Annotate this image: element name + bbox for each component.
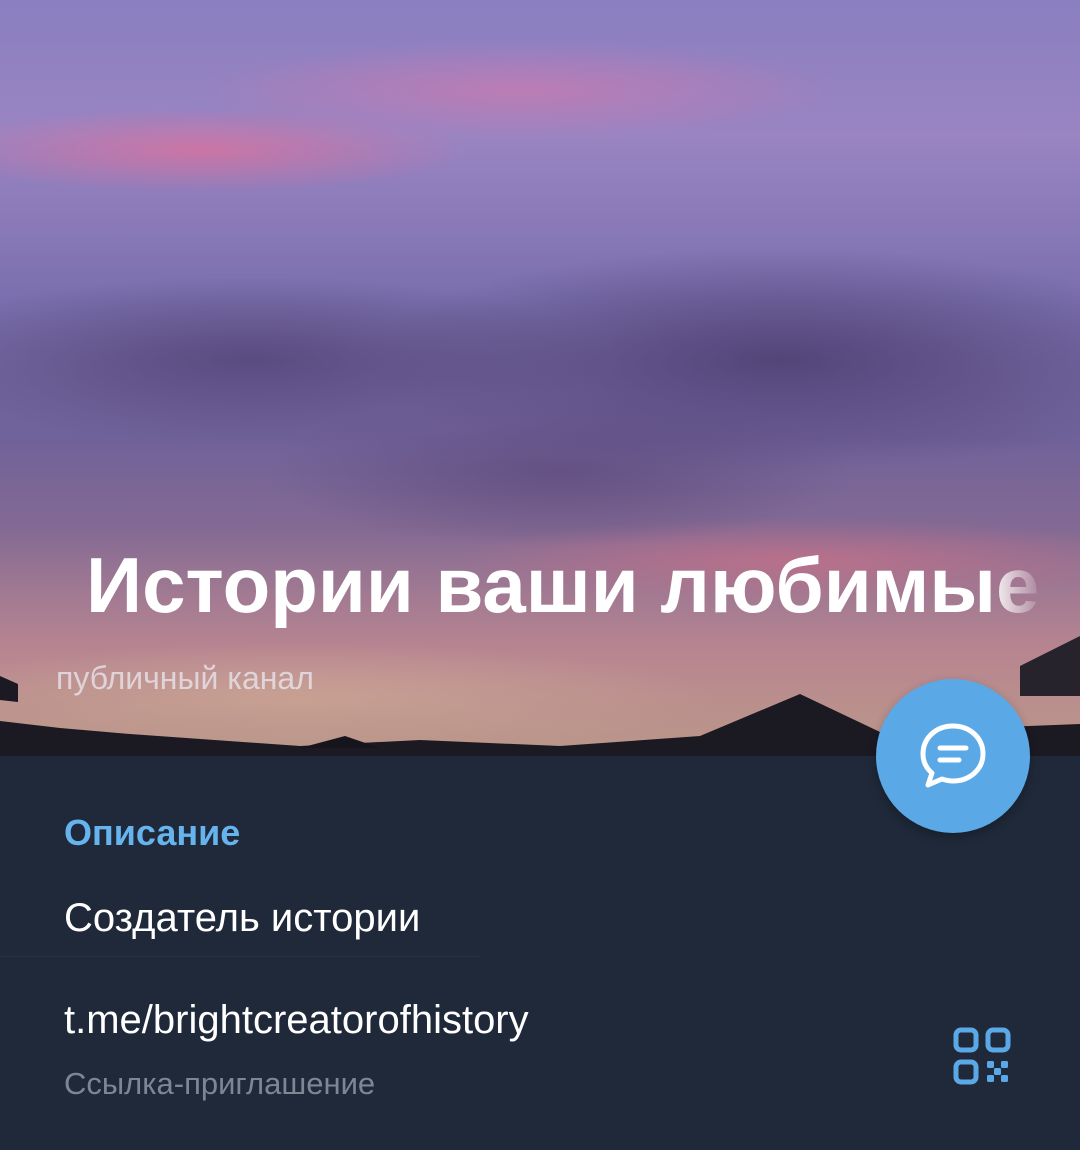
channel-title: Истории ваши любимые (86, 541, 1040, 629)
channel-profile-screen: Истории ваши любимые публичный канал Опи… (0, 0, 1080, 1150)
invite-link[interactable]: t.me/brightcreatorofhistory (64, 998, 529, 1043)
qr-code-button[interactable] (952, 1026, 1012, 1086)
invite-link-caption: Ссылка-приглашение (64, 1066, 376, 1101)
channel-cover-photo[interactable]: Истории ваши любимые публичный канал (0, 0, 1080, 756)
chat-bubble-icon (920, 723, 986, 788)
qr-code-icon (953, 1027, 1011, 1085)
description-text[interactable]: Создатель истории (64, 896, 420, 941)
open-chat-button[interactable] (876, 679, 1030, 833)
channel-subtitle: публичный канал (56, 660, 314, 696)
description-header: Описание (64, 812, 241, 853)
divider (0, 956, 480, 957)
